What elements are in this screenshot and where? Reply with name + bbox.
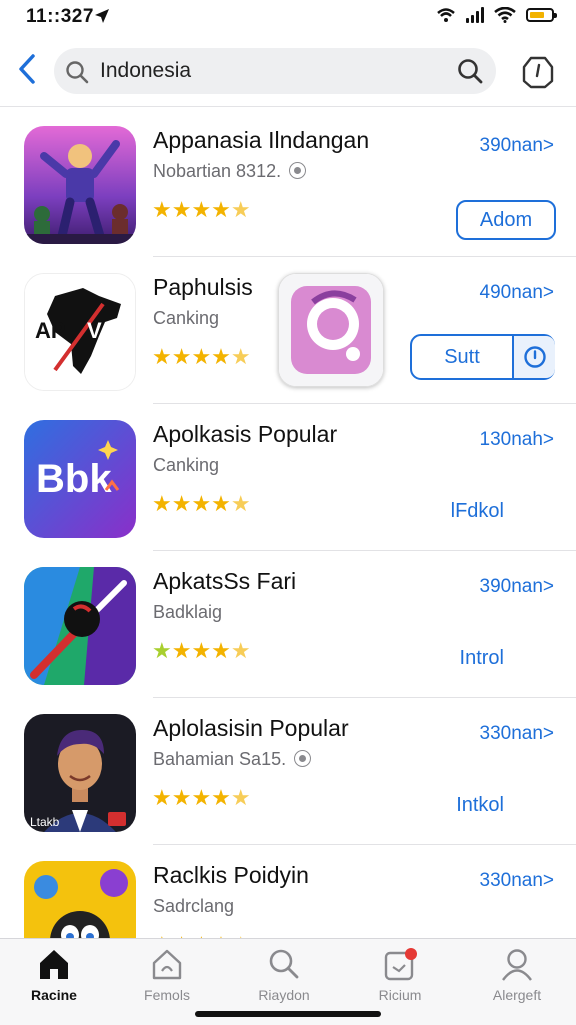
- tab-profile[interactable]: Alergeft: [467, 947, 567, 1007]
- hotspot-icon: [437, 8, 455, 22]
- app-row[interactable]: AP V Paphulsis Canking ★★★★★ 490nan> Sut…: [0, 257, 576, 404]
- notification-badge-icon: [405, 948, 417, 960]
- app-title: Raclkis Poidyin: [153, 862, 309, 888]
- rating-stars: ★★★★★: [152, 491, 251, 516]
- back-chevron-icon[interactable]: [14, 52, 42, 86]
- tab-label: Riaydon: [258, 987, 310, 1003]
- search-results-list: Appanasia Ilndangan Nobartian 8312. ★★★★…: [0, 110, 576, 940]
- svg-text:Ltakb: Ltakb: [30, 815, 60, 829]
- app-size-link[interactable]: 390nan>: [480, 576, 555, 598]
- home-icon: [40, 950, 68, 979]
- install-link[interactable]: Intkol: [456, 794, 504, 817]
- app-row[interactable]: Bbk Apolkasis Popular Canking ★★★★★ 130n…: [0, 404, 576, 551]
- portrait-icon: Ltakb: [24, 714, 136, 832]
- app-size-link[interactable]: 130nah>: [480, 429, 555, 451]
- search-input[interactable]: Indonesia: [100, 59, 191, 83]
- tab-updates[interactable]: Ricium: [350, 947, 450, 1007]
- app-title: Apolkasis Popular: [153, 421, 338, 447]
- svg-text:AP: AP: [35, 318, 66, 343]
- tab-search[interactable]: Riaydon: [234, 947, 334, 1007]
- tab-apps[interactable]: Femols: [117, 947, 217, 1007]
- status-bar: 11::327: [0, 0, 576, 36]
- app-row[interactable]: ApkatsSs Fari Badklaig ★★★★★ 390nan> Int…: [0, 551, 576, 698]
- house-outline-icon: [152, 949, 182, 980]
- floating-app-preview-icon[interactable]: [278, 273, 384, 387]
- svg-text:Bbk: Bbk: [36, 457, 112, 501]
- svg-text:V: V: [87, 318, 102, 343]
- bbk-logo-icon: Bbk: [24, 420, 136, 538]
- app-row[interactable]: Appanasia Ilndangan Nobartian 8312. ★★★★…: [0, 110, 576, 257]
- wifi-icon: [494, 7, 516, 23]
- app-row[interactable]: Ltakb Aplolasisin Popular Bahamian Sa15.…: [0, 698, 576, 845]
- install-link[interactable]: Introl: [460, 647, 504, 670]
- rating-stars: ★★★★★: [152, 197, 251, 222]
- app-subtitle: Nobartian 8312.: [153, 161, 307, 182]
- app-subtitle: Bahamian Sa15.: [153, 749, 312, 770]
- app-size-link[interactable]: 330nan>: [480, 723, 555, 745]
- status-time: 11::327: [26, 6, 94, 27]
- rating-stars: ★★★★★: [152, 638, 251, 663]
- app-title: Paphulsis: [153, 274, 253, 300]
- cartoon-icon: [24, 861, 136, 940]
- cellular-signal-icon: [466, 7, 484, 23]
- get-button[interactable]: Adom: [456, 200, 556, 240]
- app-size-link[interactable]: 490nan>: [480, 282, 555, 304]
- updates-icon: [384, 948, 417, 981]
- search-header: Indonesia: [0, 40, 576, 107]
- game-character-icon: [24, 126, 136, 244]
- app-subtitle: Badklaig: [153, 602, 223, 622]
- search-icon: [66, 61, 89, 84]
- tab-home[interactable]: Racine: [4, 947, 104, 1007]
- search-submit-icon[interactable]: [456, 57, 484, 85]
- app-size-link[interactable]: 330nan>: [480, 870, 555, 892]
- tab-label: Femols: [144, 987, 190, 1003]
- info-icon: [289, 162, 307, 179]
- battery-icon: [526, 8, 557, 22]
- app-size-link[interactable]: 390nan>: [480, 135, 555, 157]
- location-arrow-icon: [95, 9, 109, 23]
- tab-label: Ricium: [378, 987, 422, 1003]
- app-subtitle: Canking: [153, 455, 220, 475]
- app-title: Aplolasisin Popular: [153, 715, 349, 741]
- search-icon: [269, 949, 299, 979]
- home-indicator[interactable]: [195, 1011, 381, 1017]
- rating-stars: ★★★★★: [152, 344, 251, 369]
- install-button-label[interactable]: Sutt: [412, 336, 512, 378]
- tab-label: Racine: [31, 987, 77, 1003]
- filter-hexagon-icon[interactable]: [520, 54, 556, 90]
- tab-label: Alergeft: [492, 987, 542, 1003]
- download-progress-icon[interactable]: [512, 336, 555, 378]
- africa-map-icon: AP V: [24, 273, 136, 391]
- install-split-button[interactable]: Sutt: [410, 334, 555, 380]
- rating-stars: ★★★★★: [152, 785, 251, 810]
- app-row[interactable]: Raclkis Poidyin Sadrclang ★★★★★ 330nan>: [0, 845, 576, 940]
- profile-icon: [502, 949, 532, 981]
- info-icon: [294, 750, 312, 767]
- app-subtitle: Sadrclang: [153, 896, 235, 916]
- app-title: Appanasia Ilndangan: [153, 127, 370, 153]
- app-subtitle: Canking: [153, 308, 220, 328]
- compass-icon: [24, 567, 136, 685]
- install-link[interactable]: lFdkol: [451, 500, 504, 523]
- search-field[interactable]: Indonesia: [54, 48, 496, 94]
- app-title: ApkatsSs Fari: [153, 568, 297, 594]
